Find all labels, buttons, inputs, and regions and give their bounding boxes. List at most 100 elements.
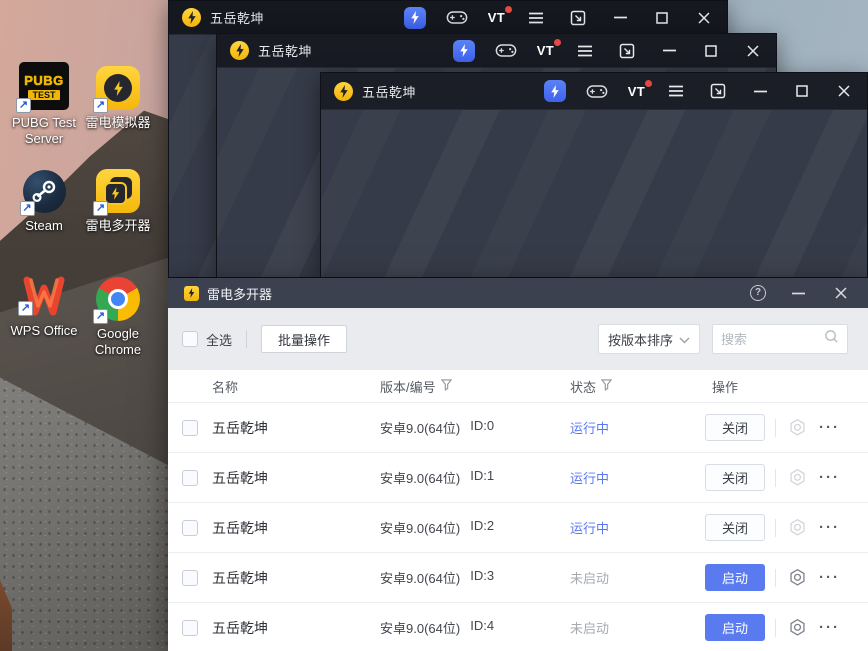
boost-icon[interactable] (403, 6, 426, 29)
instance-version: 安卓9.0(64位) (380, 521, 461, 536)
more-options-button[interactable]: ··· (819, 470, 840, 485)
filter-icon[interactable] (440, 378, 452, 394)
settings-gear-icon[interactable] (788, 518, 807, 537)
multi-instance-manager-window: 雷电多开器 ? 全选 批量操作 按版本排序 搜索 名称 版本/编号 状态 操作 … (168, 278, 868, 651)
vt-button[interactable]: VT (488, 6, 512, 25)
select-all-checkbox[interactable] (182, 331, 198, 347)
gamepad-icon[interactable] (586, 80, 608, 102)
ldplayer-logo-icon (182, 8, 201, 27)
vt-button[interactable]: VT (628, 79, 652, 99)
chrome-icon: ↗ (93, 277, 140, 324)
boost-icon[interactable] (543, 80, 566, 102)
settings-gear-icon[interactable] (788, 418, 807, 437)
maximize-button[interactable] (700, 40, 722, 62)
manager-titlebar[interactable]: 雷电多开器 ? (168, 278, 868, 308)
instance-rows: 五岳乾坤 安卓9.0(64位) ID:0 运行中 关闭 ··· 五岳乾坤 安卓9… (168, 403, 868, 651)
vt-notification-dot (554, 39, 561, 46)
desktop-icon-ldplayer[interactable]: ↗ 雷电模拟器 (75, 66, 161, 131)
search-box[interactable] (712, 324, 848, 354)
instance-action-button[interactable]: 启动 (705, 614, 765, 641)
maximize-button[interactable] (791, 80, 813, 102)
shortcut-arrow-icon: ↗ (93, 309, 108, 324)
minimize-button[interactable] (658, 40, 680, 62)
settings-gear-icon[interactable] (788, 618, 807, 637)
manager-title: 雷电多开器 (207, 286, 273, 302)
shortcut-arrow-icon: ↗ (93, 98, 108, 113)
select-all-label: 全选 (206, 332, 233, 348)
close-button[interactable] (693, 7, 715, 29)
instance-row: 五岳乾坤 安卓9.0(64位) ID:4 未启动 启动 ··· (168, 603, 868, 651)
instance-name: 五岳乾坤 (212, 569, 268, 586)
emulator-titlebar[interactable]: 五岳乾坤 VT (321, 73, 867, 109)
more-options-button[interactable]: ··· (819, 620, 840, 635)
batch-operations-button[interactable]: 批量操作 (261, 325, 348, 353)
instance-id: ID:2 (470, 518, 495, 533)
close-button[interactable] (833, 80, 855, 102)
instance-version: 安卓9.0(64位) (380, 571, 461, 586)
desktop-icon-chrome[interactable]: ↗ Google Chrome (75, 277, 161, 359)
mini-mode-icon[interactable] (707, 80, 729, 102)
maximize-button[interactable] (651, 7, 673, 29)
desktop-icon-ld-multi[interactable]: ↗ 雷电多开器 (75, 169, 161, 234)
settings-gear-icon[interactable] (788, 568, 807, 587)
instance-version: 安卓9.0(64位) (380, 621, 461, 636)
vt-notification-dot (645, 79, 652, 87)
instance-name: 五岳乾坤 (212, 419, 268, 436)
emulator-titlebar[interactable]: 五岳乾坤 VT (217, 34, 776, 67)
instance-action-button[interactable]: 关闭 (705, 464, 765, 491)
row-checkbox[interactable] (182, 619, 198, 636)
row-checkbox[interactable] (182, 519, 198, 536)
header-actions: 操作 (712, 379, 739, 395)
pubg-icon: PUBG TEST ↗ (16, 62, 69, 113)
minimize-button[interactable] (609, 7, 631, 29)
instance-id: ID:1 (470, 468, 495, 483)
vt-notification-dot (505, 6, 512, 13)
manager-toolbar: 全选 批量操作 按版本排序 (168, 308, 868, 370)
instance-name: 五岳乾坤 (212, 619, 268, 636)
close-button[interactable] (742, 40, 764, 62)
instance-status: 运行中 (570, 521, 610, 536)
more-options-button[interactable]: ··· (819, 420, 840, 435)
instance-row: 五岳乾坤 安卓9.0(64位) ID:3 未启动 启动 ··· (168, 553, 868, 603)
instance-id: ID:3 (470, 568, 495, 583)
icon-label: Google Chrome (94, 326, 142, 358)
help-icon[interactable]: ? (750, 285, 766, 301)
instance-status: 运行中 (570, 421, 610, 436)
search-input[interactable] (721, 331, 824, 347)
ldplayer-logo-icon (230, 41, 249, 60)
sort-dropdown[interactable]: 按版本排序 (598, 324, 700, 354)
desktop-screen: PUBG TEST ↗ PUBG Test Server ↗ 雷电模拟器 ↗ S… (0, 0, 868, 651)
emulator-titlebar[interactable]: 五岳乾坤 VT (169, 1, 727, 34)
instance-action-button[interactable]: 关闭 (705, 414, 765, 441)
instance-action-button[interactable]: 启动 (705, 564, 765, 591)
instance-status: 运行中 (570, 471, 610, 486)
mini-mode-icon[interactable] (567, 7, 589, 29)
menu-icon[interactable] (525, 7, 547, 29)
instance-row: 五岳乾坤 安卓9.0(64位) ID:2 运行中 关闭 ··· (168, 503, 868, 553)
row-checkbox[interactable] (182, 569, 198, 586)
gamepad-icon[interactable] (495, 40, 517, 62)
boost-icon[interactable] (452, 39, 475, 62)
shortcut-arrow-icon: ↗ (16, 98, 31, 113)
menu-icon[interactable] (665, 80, 687, 102)
row-checkbox[interactable] (182, 469, 198, 486)
more-options-button[interactable]: ··· (819, 520, 840, 535)
mini-mode-icon[interactable] (616, 40, 638, 62)
more-options-button[interactable]: ··· (819, 570, 840, 585)
settings-gear-icon[interactable] (788, 468, 807, 487)
search-icon (824, 329, 839, 349)
instance-name: 五岳乾坤 (212, 519, 268, 536)
instance-status: 未启动 (570, 621, 610, 636)
minimize-button[interactable] (749, 80, 771, 102)
filter-icon[interactable] (600, 378, 613, 394)
menu-icon[interactable] (574, 40, 596, 62)
instance-name: 五岳乾坤 (212, 469, 268, 486)
instance-id: ID:4 (470, 618, 495, 633)
row-checkbox[interactable] (182, 419, 198, 436)
minimize-button[interactable] (787, 282, 809, 304)
close-button[interactable] (830, 282, 852, 304)
instance-version: 安卓9.0(64位) (380, 421, 461, 436)
instance-action-button[interactable]: 关闭 (705, 514, 765, 541)
vt-button[interactable]: VT (537, 39, 561, 58)
gamepad-icon[interactable] (446, 7, 468, 29)
